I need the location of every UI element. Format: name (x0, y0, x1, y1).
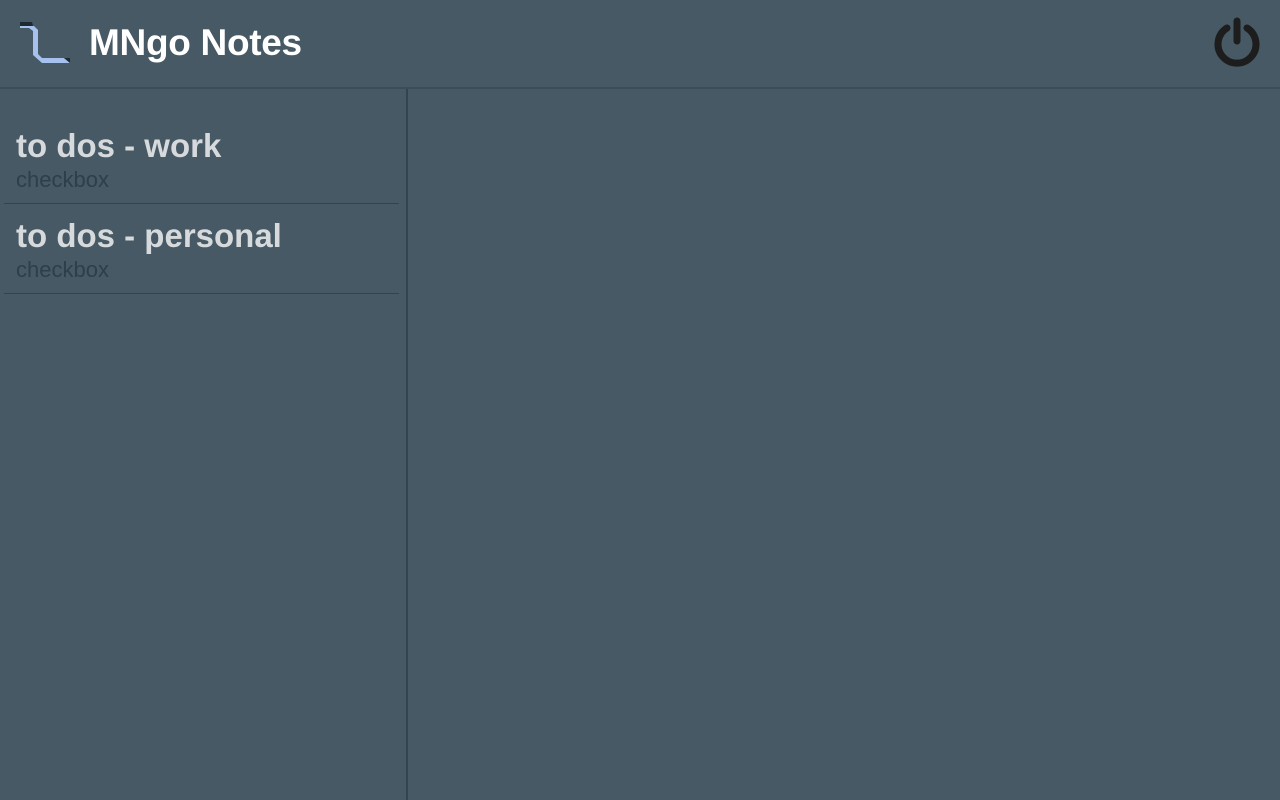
power-icon[interactable] (1210, 16, 1264, 70)
list-item[interactable]: to dos - personal checkbox (4, 204, 399, 294)
note-type-label: checkbox (16, 257, 109, 282)
list-item[interactable]: to dos - work checkbox (4, 114, 399, 204)
app-window: MNgo Notes to dos - work checkbox to dos… (0, 0, 1280, 800)
note-list: to dos - work checkbox to dos - personal… (4, 114, 399, 294)
notes-sidebar: to dos - work checkbox to dos - personal… (0, 89, 408, 800)
note-title: to dos - work (16, 127, 222, 164)
note-type-label: checkbox (16, 167, 109, 192)
app-title: MNgo Notes (89, 22, 302, 63)
top-bar: MNgo Notes (0, 0, 1280, 89)
note-content-pane (408, 89, 1280, 800)
note-title: to dos - personal (16, 217, 282, 254)
mngo-logo-icon (20, 22, 70, 63)
